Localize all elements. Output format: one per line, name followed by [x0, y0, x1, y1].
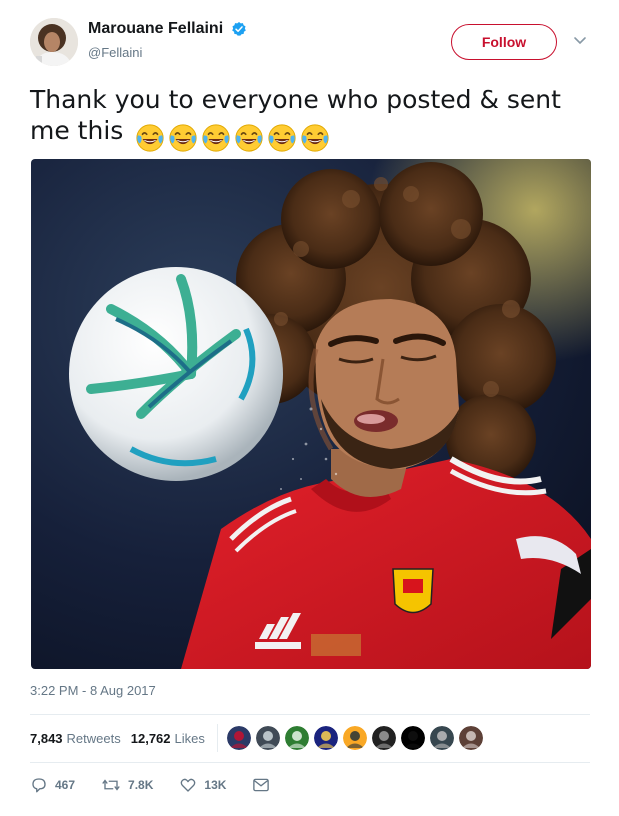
face-with-tears-of-joy-emoji-icon [202, 124, 230, 152]
liker-avatar[interactable] [313, 726, 338, 750]
tweet-text: Thank you to everyone who posted & sent … [30, 84, 590, 153]
face-with-tears-of-joy-emoji-icon [301, 124, 329, 152]
face-with-tears-of-joy-emoji-icon [268, 124, 296, 152]
face-with-tears-of-joy-emoji-icon [235, 124, 263, 152]
divider [30, 714, 590, 715]
face-with-tears-of-joy-emoji-icon [169, 124, 197, 152]
likes-label[interactable]: Likes [175, 731, 205, 746]
direct-message-button[interactable] [252, 777, 277, 793]
tweet-text-line1: Thank you to everyone who posted & sent [30, 85, 561, 114]
reply-count: 467 [55, 778, 76, 792]
follow-button[interactable]: Follow [451, 24, 557, 60]
verified-badge-icon [231, 22, 246, 36]
tweet-stats: 7,843 Retweets 12,762 Likes [30, 724, 488, 752]
author-display-name[interactable]: Marouane Fellaini [88, 20, 223, 38]
like-button[interactable]: 13K [179, 776, 226, 794]
retweet-button[interactable]: 7.8K [101, 776, 153, 794]
liker-avatar[interactable] [371, 726, 396, 750]
avatar[interactable] [30, 18, 78, 66]
author-block: Marouane Fellaini @Fellaini [88, 20, 247, 60]
heart-icon [181, 778, 196, 792]
retweets-count[interactable]: 7,843 [30, 731, 63, 746]
likes-count[interactable]: 12,762 [131, 731, 171, 746]
tweet-actions: 467 7.8K 13K [30, 773, 303, 797]
liker-avatar[interactable] [255, 726, 280, 750]
retweet-count: 7.8K [128, 778, 154, 792]
reply-button[interactable]: 467 [30, 776, 75, 794]
divider [30, 762, 590, 763]
liker-avatar[interactable] [342, 726, 367, 750]
liker-avatar[interactable] [429, 726, 454, 750]
tweet-photo[interactable] [31, 159, 591, 669]
liker-avatar[interactable] [284, 726, 309, 750]
tweet-header: Marouane Fellaini @Fellaini Follow [30, 18, 590, 70]
emoji-row [135, 121, 333, 153]
liker-avatar[interactable] [226, 726, 251, 750]
avatar-photo [30, 18, 78, 66]
author-handle[interactable]: @Fellaini [88, 45, 247, 60]
reply-icon [32, 778, 46, 793]
like-count: 13K [204, 778, 227, 792]
liker-avatar[interactable] [400, 726, 425, 750]
tweet-text-line2: me this [30, 116, 124, 145]
liker-avatar[interactable] [458, 726, 483, 750]
tweet-timestamp[interactable]: 3:22 PM - 8 Aug 2017 [30, 683, 156, 698]
retweet-icon [102, 779, 120, 791]
stats-separator [216, 724, 218, 752]
face-with-tears-of-joy-emoji-icon [136, 124, 164, 152]
chevron-down-icon[interactable] [573, 36, 587, 46]
photo-image [31, 159, 591, 669]
liker-avatars [226, 726, 488, 750]
retweets-label[interactable]: Retweets [67, 731, 121, 746]
envelope-icon [253, 778, 270, 792]
